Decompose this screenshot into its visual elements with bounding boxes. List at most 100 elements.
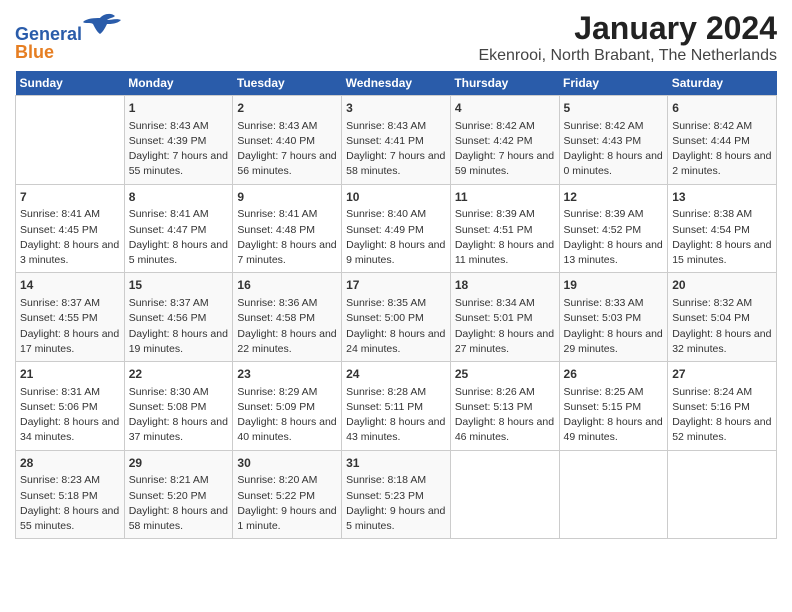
day-number: 22: [129, 366, 229, 383]
logo-text: General Blue: [15, 10, 135, 65]
day-cell: 22 Sunrise: 8:30 AM Sunset: 5:08 PM Dayli…: [124, 362, 233, 451]
day-cell: 13Sunrise: 8:38 AM Sunset: 4:54 PM Dayli…: [668, 184, 777, 273]
day-cell: 17 Sunrise: 8:35 AM Sunset: 5:00 PM Dayli…: [342, 273, 451, 362]
day-number: 2: [237, 100, 337, 117]
day-info: Sunrise: 8:24 AM Sunset: 5:16 PM Dayligh…: [672, 385, 772, 446]
day-info: Sunrise: 8:29 AM Sunset: 5:09 PM Dayligh…: [237, 385, 337, 446]
title-block: January 2024 Ekenrooi, North Brabant, Th…: [478, 10, 777, 65]
day-cell: 21 Sunrise: 8:31 AM Sunset: 5:06 PM Dayli…: [16, 362, 125, 451]
day-cell: 29Sunrise: 8:21 AM Sunset: 5:20 PM Dayli…: [124, 450, 233, 539]
week-row-2: 7Sunrise: 8:41 AM Sunset: 4:45 PM Daylig…: [16, 184, 777, 273]
day-cell: 2 Sunrise: 8:43 AM Sunset: 4:40 PM Daylig…: [233, 96, 342, 185]
day-number: 21: [20, 366, 120, 383]
day-info: Sunrise: 8:28 AM Sunset: 5:11 PM Dayligh…: [346, 385, 446, 446]
day-number: 7: [20, 189, 120, 206]
day-cell: [450, 450, 559, 539]
day-cell: 12Sunrise: 8:39 AM Sunset: 4:52 PM Dayli…: [559, 184, 668, 273]
day-cell: 16Sunrise: 8:36 AM Sunset: 4:58 PM Dayli…: [233, 273, 342, 362]
day-number: 27: [672, 366, 772, 383]
day-cell: 15Sunrise: 8:37 AM Sunset: 4:56 PM Dayli…: [124, 273, 233, 362]
svg-text:Blue: Blue: [15, 42, 54, 60]
day-number: 30: [237, 455, 337, 472]
day-cell: [668, 450, 777, 539]
week-row-1: 1 Sunrise: 8:43 AM Sunset: 4:39 PM Daylig…: [16, 96, 777, 185]
day-info: Sunrise: 8:42 AM Sunset: 4:44 PM Dayligh…: [672, 119, 772, 180]
week-row-4: 21 Sunrise: 8:31 AM Sunset: 5:06 PM Dayli…: [16, 362, 777, 451]
day-number: 8: [129, 189, 229, 206]
day-number: 15: [129, 277, 229, 294]
day-cell: 27 Sunrise: 8:24 AM Sunset: 5:16 PM Dayli…: [668, 362, 777, 451]
day-info: Sunrise: 8:30 AM Sunset: 5:08 PM Dayligh…: [129, 385, 229, 446]
column-header-thursday: Thursday: [450, 71, 559, 96]
day-info: Sunrise: 8:43 AM Sunset: 4:40 PM Dayligh…: [237, 119, 337, 180]
day-number: 26: [564, 366, 664, 383]
svg-text:General: General: [15, 24, 82, 44]
day-info: Sunrise: 8:26 AM Sunset: 5:13 PM Dayligh…: [455, 385, 555, 446]
day-cell: 7Sunrise: 8:41 AM Sunset: 4:45 PM Daylig…: [16, 184, 125, 273]
day-info: Sunrise: 8:41 AM Sunset: 4:47 PM Dayligh…: [129, 207, 229, 268]
column-header-wednesday: Wednesday: [342, 71, 451, 96]
day-cell: 23 Sunrise: 8:29 AM Sunset: 5:09 PM Dayli…: [233, 362, 342, 451]
day-info: Sunrise: 8:20 AM Sunset: 5:22 PM Dayligh…: [237, 473, 337, 534]
calendar-header-row: SundayMondayTuesdayWednesdayThursdayFrid…: [16, 71, 777, 96]
day-info: Sunrise: 8:23 AM Sunset: 5:18 PM Dayligh…: [20, 473, 120, 534]
day-cell: 26 Sunrise: 8:25 AM Sunset: 5:15 PM Dayli…: [559, 362, 668, 451]
day-number: 28: [20, 455, 120, 472]
week-row-5: 28Sunrise: 8:23 AM Sunset: 5:18 PM Dayli…: [16, 450, 777, 539]
day-info: Sunrise: 8:42 AM Sunset: 4:42 PM Dayligh…: [455, 119, 555, 180]
day-cell: 11Sunrise: 8:39 AM Sunset: 4:51 PM Dayli…: [450, 184, 559, 273]
day-number: 17: [346, 277, 446, 294]
day-info: Sunrise: 8:31 AM Sunset: 5:06 PM Dayligh…: [20, 385, 120, 446]
day-cell: 1 Sunrise: 8:43 AM Sunset: 4:39 PM Daylig…: [124, 96, 233, 185]
column-header-saturday: Saturday: [668, 71, 777, 96]
day-cell: 25 Sunrise: 8:26 AM Sunset: 5:13 PM Dayli…: [450, 362, 559, 451]
day-cell: 31Sunrise: 8:18 AM Sunset: 5:23 PM Dayli…: [342, 450, 451, 539]
column-header-monday: Monday: [124, 71, 233, 96]
day-number: 25: [455, 366, 555, 383]
day-number: 20: [672, 277, 772, 294]
day-info: Sunrise: 8:35 AM Sunset: 5:00 PM Dayligh…: [346, 296, 446, 357]
day-cell: 3 Sunrise: 8:43 AM Sunset: 4:41 PM Daylig…: [342, 96, 451, 185]
day-number: 3: [346, 100, 446, 117]
day-number: 5: [564, 100, 664, 117]
column-header-tuesday: Tuesday: [233, 71, 342, 96]
day-info: Sunrise: 8:43 AM Sunset: 4:39 PM Dayligh…: [129, 119, 229, 180]
day-info: Sunrise: 8:41 AM Sunset: 4:48 PM Dayligh…: [237, 207, 337, 268]
day-number: 31: [346, 455, 446, 472]
day-info: Sunrise: 8:37 AM Sunset: 4:55 PM Dayligh…: [20, 296, 120, 357]
day-number: 12: [564, 189, 664, 206]
day-cell: 28Sunrise: 8:23 AM Sunset: 5:18 PM Dayli…: [16, 450, 125, 539]
day-cell: 5 Sunrise: 8:42 AM Sunset: 4:43 PM Daylig…: [559, 96, 668, 185]
day-cell: 9Sunrise: 8:41 AM Sunset: 4:48 PM Daylig…: [233, 184, 342, 273]
day-number: 13: [672, 189, 772, 206]
day-info: Sunrise: 8:18 AM Sunset: 5:23 PM Dayligh…: [346, 473, 446, 534]
day-info: Sunrise: 8:43 AM Sunset: 4:41 PM Dayligh…: [346, 119, 446, 180]
logo: General Blue: [15, 10, 135, 65]
day-cell: 14 Sunrise: 8:37 AM Sunset: 4:55 PM Dayli…: [16, 273, 125, 362]
day-info: Sunrise: 8:41 AM Sunset: 4:45 PM Dayligh…: [20, 207, 120, 268]
day-number: 10: [346, 189, 446, 206]
calendar-table: SundayMondayTuesdayWednesdayThursdayFrid…: [15, 71, 777, 539]
day-cell: 8Sunrise: 8:41 AM Sunset: 4:47 PM Daylig…: [124, 184, 233, 273]
day-info: Sunrise: 8:39 AM Sunset: 4:51 PM Dayligh…: [455, 207, 555, 268]
day-number: 23: [237, 366, 337, 383]
day-cell: 24 Sunrise: 8:28 AM Sunset: 5:11 PM Dayli…: [342, 362, 451, 451]
day-number: 1: [129, 100, 229, 117]
day-cell: [16, 96, 125, 185]
day-number: 24: [346, 366, 446, 383]
column-header-friday: Friday: [559, 71, 668, 96]
day-info: Sunrise: 8:42 AM Sunset: 4:43 PM Dayligh…: [564, 119, 664, 180]
day-number: 29: [129, 455, 229, 472]
day-number: 19: [564, 277, 664, 294]
day-cell: [559, 450, 668, 539]
day-info: Sunrise: 8:34 AM Sunset: 5:01 PM Dayligh…: [455, 296, 555, 357]
day-info: Sunrise: 8:25 AM Sunset: 5:15 PM Dayligh…: [564, 385, 664, 446]
day-number: 9: [237, 189, 337, 206]
day-info: Sunrise: 8:36 AM Sunset: 4:58 PM Dayligh…: [237, 296, 337, 357]
day-number: 14: [20, 277, 120, 294]
day-cell: 20Sunrise: 8:32 AM Sunset: 5:04 PM Dayli…: [668, 273, 777, 362]
column-header-sunday: Sunday: [16, 71, 125, 96]
page-title: January 2024: [478, 10, 777, 47]
day-cell: 19Sunrise: 8:33 AM Sunset: 5:03 PM Dayli…: [559, 273, 668, 362]
day-number: 4: [455, 100, 555, 117]
